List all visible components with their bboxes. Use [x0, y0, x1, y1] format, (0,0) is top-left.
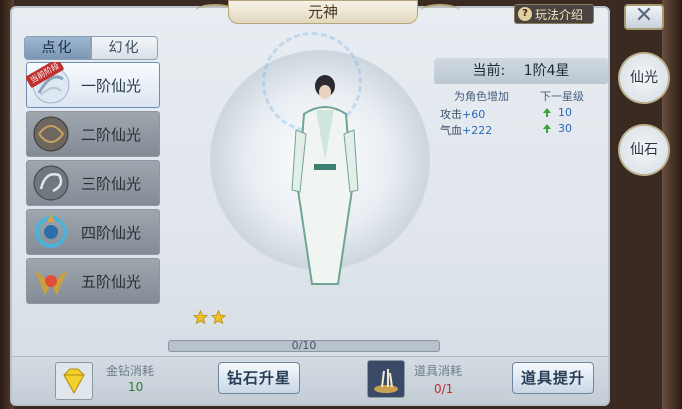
- winged-icon: [35, 271, 67, 295]
- item-cost-value: 0/1: [434, 382, 454, 396]
- side-button-label: 仙石: [630, 142, 658, 158]
- diamond-upgrade-button[interactable]: 钻石升星: [218, 362, 300, 394]
- up-arrow-icon: [543, 108, 551, 117]
- list-item-tier-1[interactable]: 一阶仙光 当前阶段: [26, 62, 160, 108]
- list-item-tier-2[interactable]: 二阶仙光: [26, 111, 160, 157]
- question-icon: ?: [518, 7, 532, 21]
- role-bonus-heading: 为角色增加: [454, 90, 509, 103]
- diamond-cost-label: 金钻消耗: [106, 364, 155, 378]
- close-button[interactable]: ✕: [624, 4, 664, 30]
- star-icon: [193, 310, 208, 325]
- side-button-xianguang[interactable]: 仙光: [618, 52, 670, 104]
- up-arrow-icon: [543, 124, 551, 133]
- stat-attack: 攻击+60: [440, 106, 485, 122]
- list-item-label: 三阶仙光: [81, 174, 142, 193]
- help-label: 玩法介绍: [535, 7, 584, 22]
- current-level: 当前: 1阶4星: [434, 58, 608, 84]
- tier-list: 一阶仙光 当前阶段 二阶仙光 三阶仙光 四阶仙光 五阶仙光: [26, 62, 160, 320]
- list-item-tier-3[interactable]: 三阶仙光: [26, 160, 160, 206]
- character-figure[interactable]: [290, 70, 360, 290]
- stat-name: 气血: [440, 124, 462, 137]
- current-label: 当前:: [472, 63, 506, 79]
- window-title: 元神: [307, 3, 338, 21]
- tab-bar: 点化 幻化: [24, 36, 158, 60]
- stat-hp: 气血+222: [440, 122, 492, 138]
- diamond-cost-value: 10: [128, 380, 144, 394]
- side-button-label: 仙光: [630, 70, 658, 86]
- flame-ring-icon: [35, 214, 67, 248]
- star-icon: [211, 310, 226, 325]
- list-item-label: 一阶仙光: [81, 76, 142, 95]
- title-ornament-right: [420, 4, 460, 18]
- stat-hp-next: 30: [558, 122, 572, 135]
- list-item-label: 四阶仙光: [81, 223, 142, 242]
- progress-text: 0/10: [291, 339, 317, 352]
- right-backdrop: [662, 0, 682, 409]
- incense-item-icon: [374, 369, 398, 393]
- stat-attack-next: 10: [558, 106, 572, 119]
- diamond-icon: [63, 368, 85, 395]
- list-item-tier-5[interactable]: 五阶仙光: [26, 258, 160, 304]
- help-button[interactable]: ? 玩法介绍: [514, 4, 594, 24]
- ring-icon: [33, 116, 69, 152]
- tab-huanhua[interactable]: 幻化: [91, 36, 158, 60]
- next-star-heading: 下一星级: [540, 90, 584, 103]
- item-slot[interactable]: [367, 360, 405, 398]
- close-icon: ✕: [634, 3, 654, 28]
- stat-value: +222: [462, 124, 493, 137]
- list-item-label: 五阶仙光: [81, 272, 142, 291]
- item-upgrade-button[interactable]: 道具提升: [512, 362, 594, 394]
- item-cost-label: 道具消耗: [414, 364, 463, 378]
- stat-name: 攻击: [440, 108, 462, 121]
- tab-dianhua[interactable]: 点化: [24, 36, 91, 60]
- swirl-icon: [33, 165, 69, 201]
- diamond-slot[interactable]: [55, 362, 93, 400]
- window-title-bar: 元神: [228, 0, 418, 24]
- list-item-label: 二阶仙光: [81, 125, 142, 144]
- stat-next-value: 10: [558, 106, 572, 119]
- stat-value: +60: [462, 108, 486, 121]
- stat-next-value: 30: [558, 122, 572, 135]
- list-item-tier-4[interactable]: 四阶仙光: [26, 209, 160, 255]
- side-button-xianshi[interactable]: 仙石: [618, 124, 670, 176]
- current-value: 1阶4星: [523, 63, 570, 79]
